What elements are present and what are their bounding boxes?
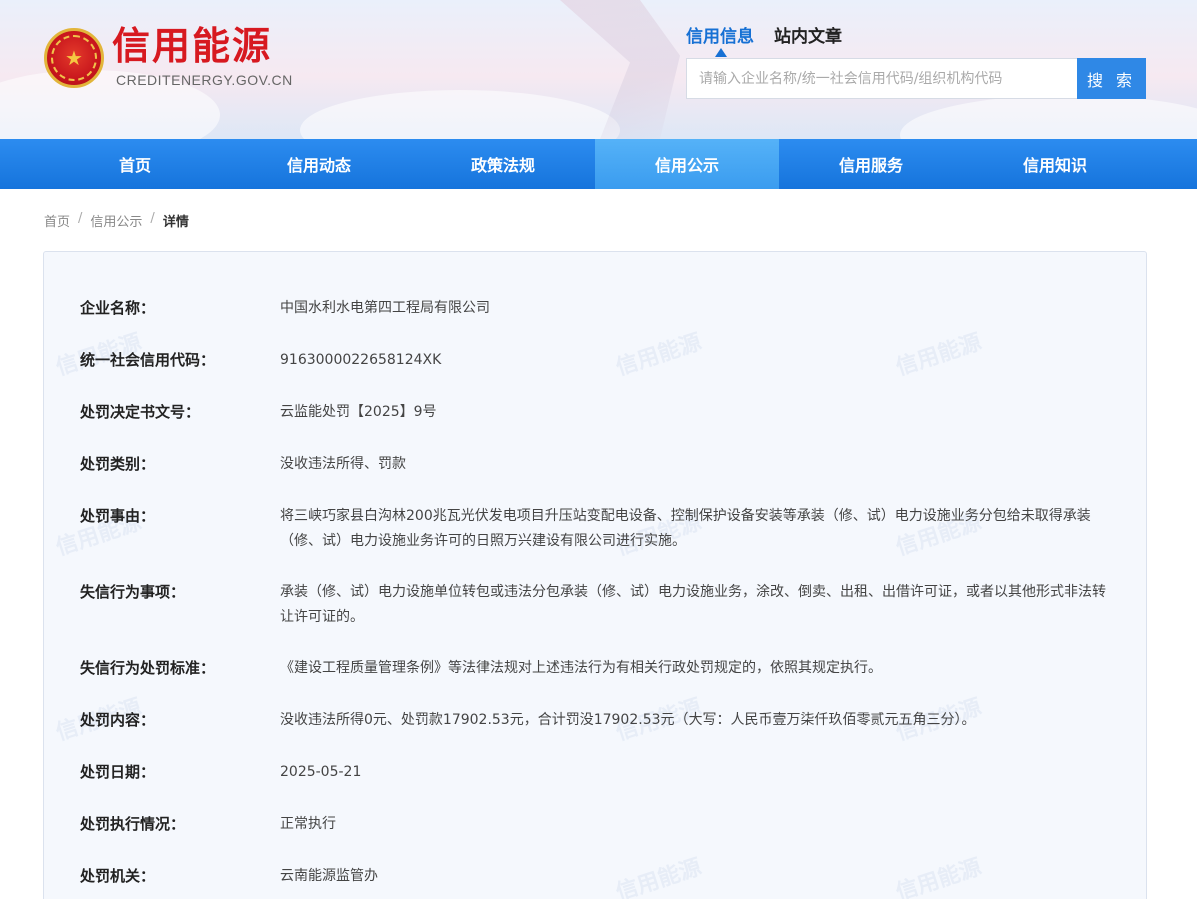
detail-row-credit-code: 统一社会信用代码： 9163000022658124XK [80, 348, 1110, 373]
detail-row-authority: 处罚机关： 云南能源监管办 [80, 864, 1110, 889]
national-emblem-icon: ★ [44, 28, 104, 88]
search-tabs: 信用信息 站内文章 [686, 22, 842, 47]
detail-row-penalty-content: 处罚内容： 没收违法所得0元、处罚款17902.53元，合计罚没17902.53… [80, 708, 1110, 733]
breadcrumb-home[interactable]: 首页 [44, 211, 70, 230]
detail-label: 处罚执行情况： [80, 815, 186, 833]
nav-item-credit-news[interactable]: 信用动态 [227, 139, 411, 189]
penalty-detail-card: 信用能源 信用能源 信用能源 信用能源 信用能源 信用能源 信用能源 信用能源 … [43, 251, 1147, 899]
search-tab-site-articles[interactable]: 站内文章 [774, 22, 842, 47]
search-input[interactable] [686, 58, 1078, 99]
detail-row-penalty-date: 处罚日期： 2025-05-21 [80, 760, 1110, 785]
detail-label: 处罚类别： [80, 455, 156, 473]
main-nav: 首页 信用动态 政策法规 信用公示 信用服务 信用知识 [0, 139, 1197, 189]
detail-value: 没收违法所得、罚款 [280, 456, 406, 472]
breadcrumb-current: 详情 [162, 215, 189, 230]
detail-label: 处罚决定书文号： [80, 403, 201, 421]
search-tab-credit-info[interactable]: 信用信息 [686, 22, 754, 47]
detail-label: 处罚事由： [80, 507, 156, 525]
detail-row-execution-status: 处罚执行情况： 正常执行 [80, 812, 1110, 837]
detail-label: 处罚内容： [80, 711, 156, 729]
detail-value: 云监能处罚【2025】9号 [280, 404, 437, 420]
nav-item-credit-knowledge[interactable]: 信用知识 [963, 139, 1147, 189]
breadcrumb-separator: / [78, 211, 83, 226]
detail-label: 企业名称： [80, 299, 156, 317]
nav-item-credit-publicity[interactable]: 信用公示 [595, 139, 779, 189]
nav-item-home[interactable]: 首页 [43, 139, 227, 189]
detail-label: 失信行为处罚标准： [80, 659, 216, 677]
detail-row-dishonest-matter: 失信行为事项： 承装（修、试）电力设施单位转包或违法分包承装（修、试）电力设施业… [80, 580, 1110, 630]
detail-label: 处罚日期： [80, 763, 156, 781]
detail-value: 正常执行 [280, 816, 336, 832]
active-tab-caret-icon [715, 48, 727, 57]
nav-item-policies[interactable]: 政策法规 [411, 139, 595, 189]
banner-cloud [900, 95, 1197, 139]
detail-value: 《建设工程质量管理条例》等法律法规对上述违法行为有相关行政处罚规定的，依照其规定… [280, 660, 882, 676]
detail-value: 承装（修、试）电力设施单位转包或违法分包承装（修、试）电力设施业务，涂改、倒卖、… [280, 584, 1106, 625]
detail-row-penalty-type: 处罚类别： 没收违法所得、罚款 [80, 452, 1110, 477]
detail-row-company-name: 企业名称： 中国水利水电第四工程局有限公司 [80, 296, 1110, 321]
detail-row-penalty-standard: 失信行为处罚标准： 《建设工程质量管理条例》等法律法规对上述违法行为有相关行政处… [80, 656, 1110, 681]
detail-value: 9163000022658124XK [280, 352, 442, 368]
detail-value: 云南能源监管办 [280, 868, 378, 884]
nav-item-credit-services[interactable]: 信用服务 [779, 139, 963, 189]
detail-row-decision-number: 处罚决定书文号： 云监能处罚【2025】9号 [80, 400, 1110, 425]
detail-label: 统一社会信用代码： [80, 351, 216, 369]
site-domain: CREDITENERGY.GOV.CN [116, 72, 293, 88]
header-banner: ★ 信用能源 CREDITENERGY.GOV.CN 信用信息 站内文章 搜 索 [0, 0, 1197, 139]
search-button[interactable]: 搜 索 [1077, 58, 1146, 99]
detail-value: 2025-05-21 [280, 764, 362, 780]
site-title[interactable]: 信用能源 [112, 25, 272, 68]
detail-value: 中国水利水电第四工程局有限公司 [280, 300, 490, 316]
detail-row-penalty-reason: 处罚事由： 将三峡巧家县白沟林200兆瓦光伏发电项目升压站变配电设备、控制保护设… [80, 504, 1110, 554]
breadcrumb-credit-publicity[interactable]: 信用公示 [90, 211, 142, 230]
detail-label: 处罚机关： [80, 867, 156, 885]
banner-cloud [300, 90, 620, 139]
detail-label: 失信行为事项： [80, 583, 186, 601]
breadcrumb: 首页 / 信用公示 / 详情 [44, 211, 189, 230]
detail-value: 将三峡巧家县白沟林200兆瓦光伏发电项目升压站变配电设备、控制保护设备安装等承装… [280, 508, 1091, 549]
detail-value: 没收违法所得0元、处罚款17902.53元，合计罚没17902.53元（大写：人… [280, 712, 976, 728]
breadcrumb-separator: / [150, 211, 155, 226]
